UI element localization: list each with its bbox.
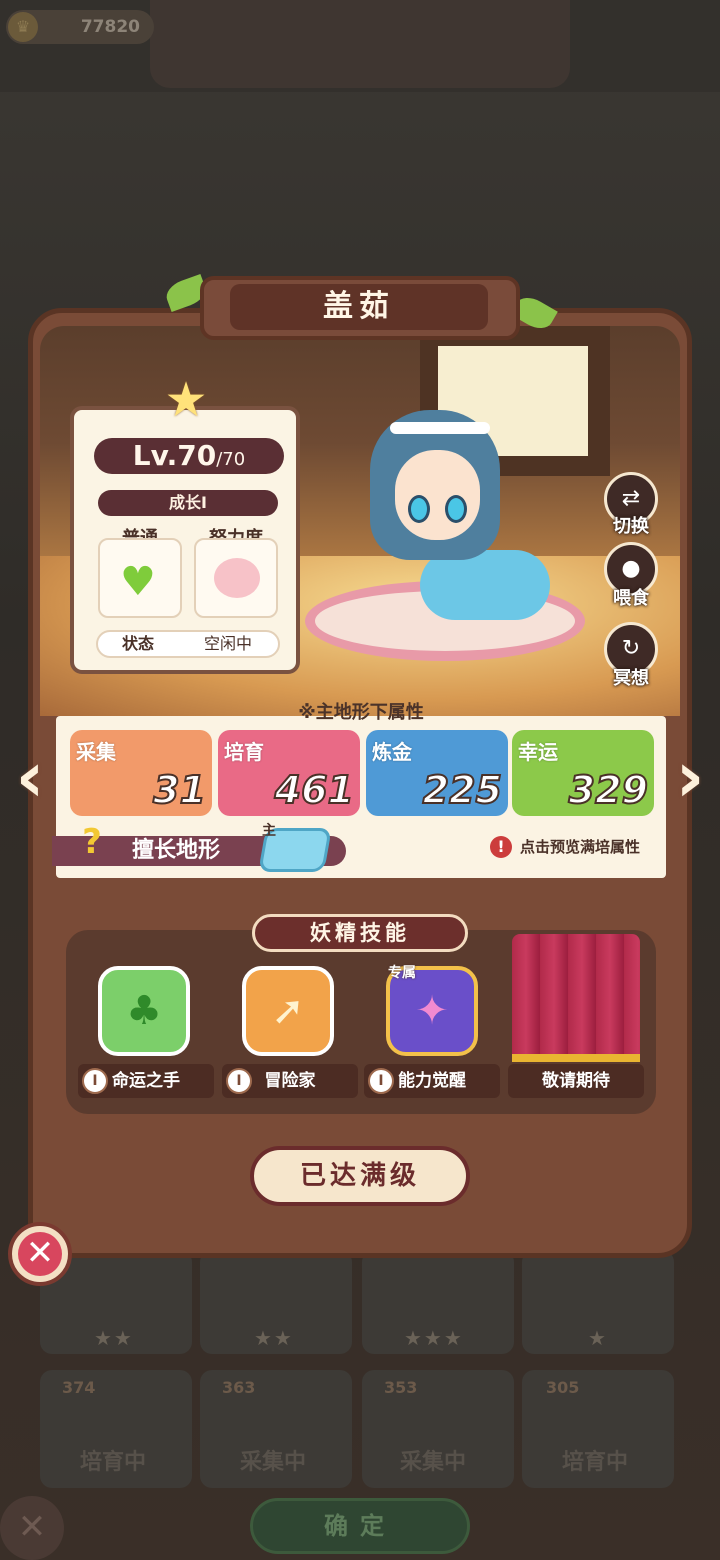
star-icon: ★ [164, 372, 208, 428]
stat-card-nurture: 培育 461 [218, 730, 360, 816]
close-button[interactable]: ✕ [8, 1222, 72, 1286]
character-headband [390, 422, 490, 434]
curtain-icon [512, 934, 640, 1062]
next-arrow-icon[interactable]: › [670, 742, 710, 818]
level-bar: Lv.70/70 [94, 438, 284, 474]
preview-hint-text: 点击预览满培属性 [520, 838, 641, 856]
stat-card-luck: 幸运 329 [512, 730, 654, 816]
coin-value: 77820 [80, 17, 140, 37]
meditate-icon: ↻ [621, 636, 641, 661]
background-close-button: ✕ [0, 1496, 64, 1560]
awaken-icon: ✦ [415, 988, 449, 1034]
character-name: 盖茹 [230, 284, 488, 330]
background-card-status: 采集中 [400, 1450, 467, 1475]
level-value: Lv.70 [132, 439, 217, 472]
growth-label: 成长I [98, 490, 278, 516]
background-card-stars: ★★ [254, 1326, 294, 1350]
skill-label: 敬请期待 [508, 1064, 644, 1098]
status-key: 状态 [122, 634, 155, 653]
background-card-stars: ★★★ [404, 1326, 464, 1350]
background-banner [150, 0, 570, 88]
green-heart-icon: ♥ [120, 559, 156, 605]
background-card-status: 培育中 [80, 1450, 147, 1475]
preview-full-stats-link[interactable]: 点击预览满培属性 [492, 836, 640, 858]
pink-blob-icon [214, 558, 260, 598]
stat-name: 培育 [224, 740, 264, 764]
treasure-bag-icon: ➚ [271, 988, 305, 1034]
feed-label: 喂食 [613, 588, 649, 609]
stat-value: 225 [422, 767, 503, 813]
stat-value: 31 [152, 767, 207, 813]
close-icon: ✕ [18, 1232, 62, 1276]
background-card-level: 363 [222, 1378, 256, 1397]
prev-arrow-icon[interactable]: ‹ [10, 742, 50, 818]
clover-icon: ♣ [126, 988, 162, 1034]
background-card-level: 374 [62, 1378, 96, 1397]
level-max: /70 [216, 449, 246, 470]
max-level-button[interactable]: 已达满级 [250, 1146, 470, 1206]
background-card-level: 353 [384, 1378, 418, 1397]
attr-normal-box[interactable]: ♥ [98, 538, 182, 618]
question-sprout-icon[interactable]: ? [72, 822, 112, 866]
character-face [395, 450, 480, 540]
skill-adventurer[interactable]: ➚ [242, 966, 334, 1056]
terrain-main-tag: 主 [262, 823, 276, 839]
skill-fate-hand[interactable]: ♣ [98, 966, 190, 1056]
status-value: 空闲中 [203, 634, 252, 653]
background-card-stars: ★ [588, 1326, 608, 1350]
info-icon[interactable]: I [368, 1068, 394, 1094]
stats-section: ※主地形下属性 采集 31 培育 461 炼金 225 幸运 329 ? 擅长地… [52, 702, 666, 878]
character-eye [408, 495, 430, 523]
background-confirm-button: 确定 [250, 1498, 470, 1554]
skills-title: 妖精技能 [252, 914, 468, 952]
character-info-card: Lv.70/70 成长I 普通 努力度 ♥ 状态 空闲中 [70, 406, 300, 674]
stat-card-gather: 采集 31 [70, 730, 212, 816]
info-icon[interactable]: I [226, 1068, 252, 1094]
character-sprite [350, 410, 580, 640]
stats-header: ※主地形下属性 [298, 702, 424, 723]
meditate-label: 冥想 [613, 668, 649, 689]
crown-coin-icon: ♛ [8, 12, 38, 42]
exclusive-tag: 专属 [388, 965, 416, 981]
meat-icon: ● [621, 556, 641, 581]
status-row: 状态 空闲中 [96, 630, 280, 658]
background-card-status: 采集中 [240, 1450, 307, 1475]
background-card-status: 培育中 [562, 1450, 629, 1475]
switch-icon: ⇄ [621, 486, 641, 511]
stat-value: 461 [274, 767, 355, 813]
switch-label: 切换 [613, 516, 649, 537]
stat-name: 炼金 [372, 740, 412, 764]
info-icon[interactable]: I [82, 1068, 108, 1094]
stat-card-alchemy: 炼金 225 [366, 730, 508, 816]
stat-name: 幸运 [518, 740, 558, 764]
character-tail [420, 550, 550, 620]
stat-value: 329 [568, 767, 649, 813]
attr-effort-box[interactable] [194, 538, 278, 618]
terrain-label: 擅长地形 [132, 838, 221, 863]
background-card-stars: ★★ [94, 1326, 134, 1350]
stat-name: 采集 [76, 740, 116, 764]
coin-counter: ♛ 77820 [6, 10, 154, 44]
character-eye [445, 495, 467, 523]
background-card-level: 305 [546, 1378, 580, 1397]
